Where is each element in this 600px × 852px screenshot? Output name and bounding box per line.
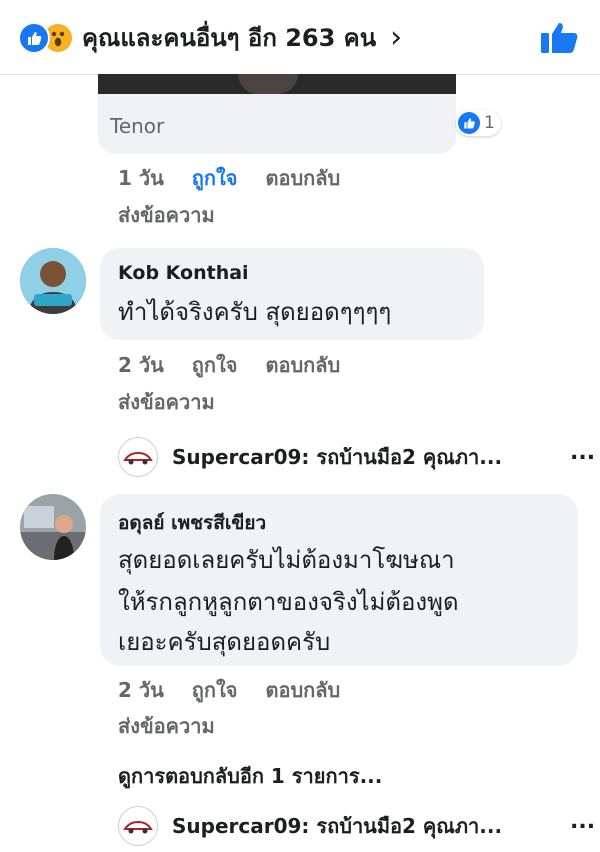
like-button[interactable]: ถูกใจ bbox=[192, 678, 238, 702]
chevron-right-icon: › bbox=[390, 19, 403, 55]
reaction-summary[interactable]: คุณและคนอื่นๆ อีก 263 คน › bbox=[18, 18, 402, 57]
reactions-header[interactable]: คุณและคนอื่นๆ อีก 263 คน › bbox=[0, 0, 600, 75]
send-message-link[interactable]: ส่งข้อความ bbox=[118, 386, 215, 418]
page-reply-text: Supercar09: รถบ้านมือ2 คุณภา... bbox=[172, 814, 503, 838]
like-button[interactable]: ถูกใจ bbox=[192, 166, 238, 190]
comment-meta: 1 วัน ถูกใจ ตอบกลับ bbox=[118, 162, 368, 194]
comment-text-line: เยอะครับสุดยอดครับ bbox=[118, 628, 331, 656]
comment-meta: 2 วัน ถูกใจ ตอบกลับ bbox=[118, 674, 368, 706]
comment-reaction-count[interactable]: 1 bbox=[456, 110, 501, 136]
supercar-logo-icon bbox=[118, 806, 158, 846]
comment-text: ทำได้จริงครับ สุดยอดๆๆๆๆ bbox=[118, 298, 392, 326]
gif-preview bbox=[98, 74, 456, 94]
avatar-adul[interactable] bbox=[20, 494, 86, 560]
comment-text-line: สุดยอดเลยครับไม่ต้องมาโฆษณา bbox=[118, 546, 455, 574]
gif-provider: Tenor bbox=[110, 114, 165, 138]
comment-text-line: ให้รกลูกหูลูกตาของจริงไม่ต้องพูด bbox=[118, 588, 459, 616]
like-button[interactable]: ถูกใจ bbox=[192, 353, 238, 377]
reply-button[interactable]: ตอบกลับ bbox=[265, 353, 340, 377]
more-options-icon[interactable]: ... bbox=[570, 809, 595, 834]
gif-attachment[interactable]: Tenor bbox=[98, 74, 456, 154]
reply-button[interactable]: ตอบกลับ bbox=[265, 678, 340, 702]
comment-time: 1 วัน bbox=[118, 166, 164, 190]
like-reaction-icon bbox=[458, 112, 480, 134]
send-message-link[interactable]: ส่งข้อความ bbox=[118, 199, 215, 231]
more-options-icon[interactable]: ... bbox=[570, 440, 595, 465]
reply-button[interactable]: ตอบกลับ bbox=[265, 166, 340, 190]
reaction-summary-text: คุณและคนอื่นๆ อีก 263 คน bbox=[82, 24, 377, 52]
comment-author[interactable]: Kob Konthai bbox=[118, 262, 249, 284]
supercar-logo-icon bbox=[118, 437, 158, 477]
page-reply-row[interactable]: Supercar09: รถบ้านมือ2 คุณภา... bbox=[118, 806, 502, 846]
thumbs-up-icon[interactable] bbox=[540, 20, 580, 58]
view-more-replies-link[interactable]: ดูการตอบกลับอีก 1 รายการ... bbox=[118, 760, 382, 792]
page-reply-row[interactable]: Supercar09: รถบ้านมือ2 คุณภา... bbox=[118, 437, 502, 477]
page-reply-text: Supercar09: รถบ้านมือ2 คุณภา... bbox=[172, 445, 503, 469]
like-reaction-icon bbox=[18, 21, 50, 54]
comment-time: 2 วัน bbox=[118, 678, 164, 702]
send-message-link[interactable]: ส่งข้อความ bbox=[118, 710, 215, 742]
comment-meta: 2 วัน ถูกใจ ตอบกลับ bbox=[118, 349, 368, 381]
avatar-kob-konthai[interactable] bbox=[20, 248, 86, 314]
reaction-count: 1 bbox=[484, 113, 495, 133]
comment-author[interactable]: อดุลย์ เพชรสีเขียว bbox=[118, 508, 266, 538]
comment-time: 2 วัน bbox=[118, 353, 164, 377]
